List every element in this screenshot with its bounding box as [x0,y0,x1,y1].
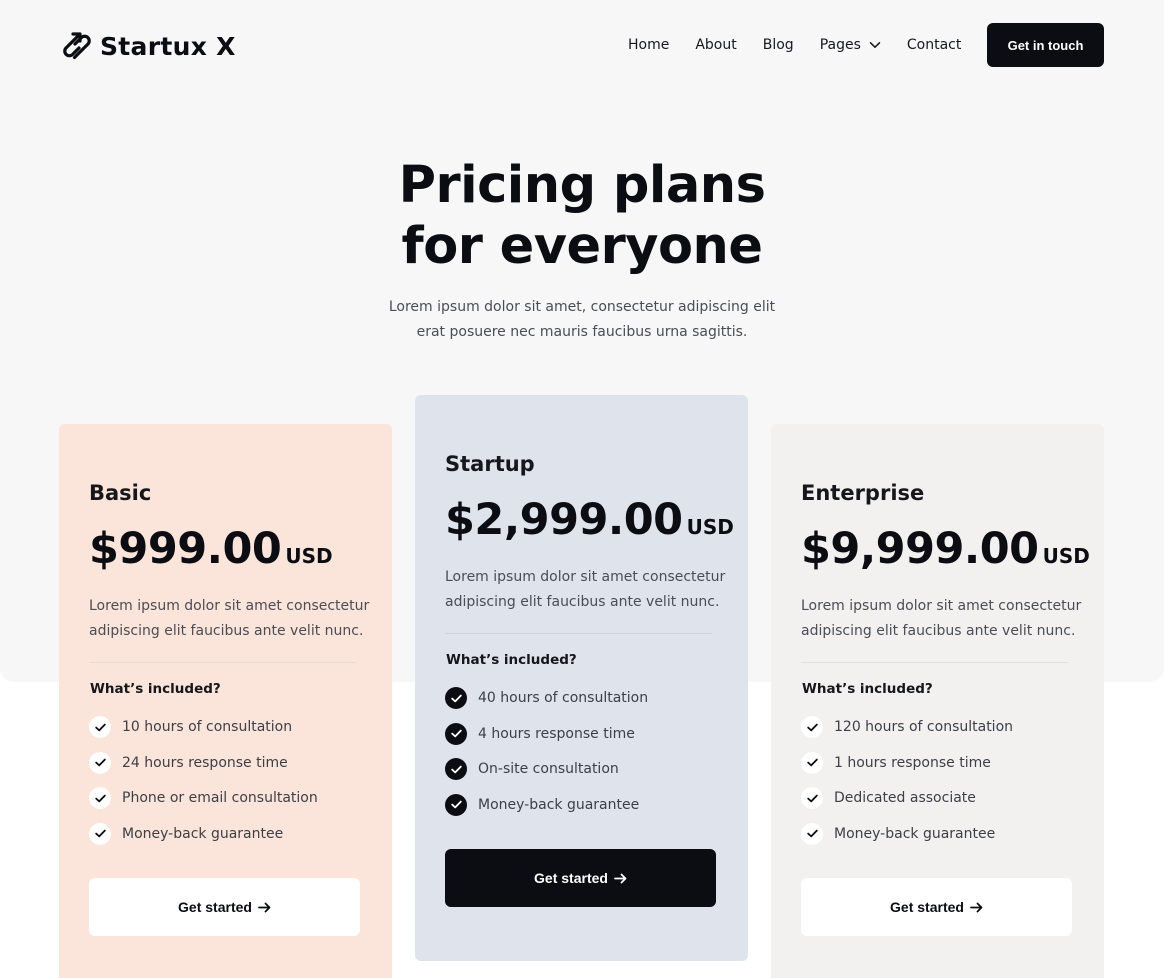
plan-currency: USD [285,544,333,568]
feature-text: 40 hours of consultation [478,690,649,706]
main-nav: Home About Blog Pages Contact [628,35,961,55]
get-started-button-startup[interactable]: Get started [445,849,716,907]
feature-item: Money-back guarantee [89,822,318,845]
plan-name: Basic [89,481,152,505]
plan-name: Enterprise [801,481,925,505]
included-title: What’s included? [802,681,933,697]
feature-text: 10 hours of consultation [122,719,293,735]
chevron-down-icon [869,42,881,48]
get-in-touch-button[interactable]: Get in touch [987,23,1104,67]
plan-price: $9,999.00 [801,524,1039,574]
nav-pages-label: Pages [819,37,861,53]
plan-price: $2,999.00 [445,495,683,545]
included-title: What’s included? [90,681,221,697]
feature-item: 1 hours response time [801,751,1013,774]
feature-item: Dedicated associate [801,787,1013,810]
feature-item: 10 hours of consultation [89,716,318,738]
included-title: What’s included? [446,652,577,668]
check-circle-icon [445,758,467,781]
arrow-right-icon [970,902,983,912]
feature-text: 120 hours of consultation [834,719,1014,735]
plan-currency: USD [686,515,734,539]
arrow-right-icon [258,902,271,912]
plan-description: Lorem ipsum dolor sit amet consectetur a… [445,569,726,610]
get-started-button-enterprise[interactable]: Get started [801,878,1072,936]
feature-text: 4 hours response time [478,725,635,742]
button-label: Get started [178,899,252,915]
feature-item: 120 hours of consultation [801,716,1013,738]
plan-name: Startup [445,452,535,476]
divider [89,662,356,663]
get-started-button-basic[interactable]: Get started [89,878,360,936]
plan-price: $999.00 [89,524,282,574]
price-row: $999.00 USD [89,524,333,574]
nav-contact[interactable]: Contact [907,37,961,53]
divider [801,662,1068,663]
feature-item: 24 hours response time [89,751,318,774]
page-title-line-1: Pricing plans [398,156,766,215]
feature-text: Dedicated associate [834,790,976,807]
feature-text: Money-back guarantee [834,825,996,842]
pricing-card-enterprise: Enterprise $9,999.00 USD Lorem ipsum dol… [771,424,1104,978]
feature-text: On-site consultation [478,761,619,778]
plan-description: Lorem ipsum dolor sit amet consectetur a… [89,598,370,639]
pricing-card-startup: Startup $2,999.00 USD Lorem ipsum dolor … [415,395,748,961]
check-circle-icon [801,751,823,774]
plan-currency: USD [1042,544,1090,568]
logo[interactable]: Startux X [60,28,236,64]
page-title: Pricing plans for everyone [0,155,1164,277]
feature-text: Money-back guarantee [478,796,640,813]
page-title-line-2: for everyone [401,217,763,276]
check-circle-icon [89,751,111,774]
price-row: $9,999.00 USD [801,524,1090,574]
price-row: $2,999.00 USD [445,495,734,545]
check-circle-icon [801,716,823,738]
feature-text: 1 hours response time [834,754,991,771]
button-label: Get started [534,870,608,886]
check-circle-icon [801,787,823,810]
feature-text: 24 hours response time [122,754,288,771]
logo-text: Startux X [100,31,236,61]
feature-item: Money-back guarantee [801,822,1013,845]
nav-home[interactable]: Home [628,37,669,53]
pricing-card-basic: Basic $999.00 USD Lorem ipsum dolor sit … [59,424,392,978]
nav-about[interactable]: About [695,37,736,53]
feature-text: Phone or email consultation [122,790,318,807]
check-circle-icon [89,822,111,845]
feature-item: Money-back guarantee [445,793,648,816]
feature-item: 4 hours response time [445,722,648,745]
feature-list: 10 hours of consultation 24 hours respon… [89,716,318,858]
check-circle-icon [89,716,111,738]
button-label: Get started [890,899,964,915]
check-circle-icon [89,787,111,810]
feature-item: Phone or email consultation [89,787,318,810]
feature-list: 120 hours of consultation 1 hours respon… [801,716,1013,858]
divider [445,633,712,634]
page-subtitle: Lorem ipsum dolor sit amet, consectetur … [388,299,776,340]
feature-item: 40 hours of consultation [445,687,648,709]
arrow-right-icon [614,873,627,883]
nav-pages[interactable]: Pages [820,37,881,53]
feature-text: Money-back guarantee [122,825,284,842]
nav-blog[interactable]: Blog [763,37,794,53]
feature-list: 40 hours of consultation 4 hours respons… [445,687,648,829]
check-circle-icon [445,722,467,745]
plan-description: Lorem ipsum dolor sit amet consectetur a… [801,598,1082,639]
link-arrow-logo-icon [63,32,91,60]
feature-item: On-site consultation [445,758,648,781]
check-circle-icon [445,687,467,709]
check-circle-icon [801,822,823,845]
check-circle-icon [445,793,467,816]
